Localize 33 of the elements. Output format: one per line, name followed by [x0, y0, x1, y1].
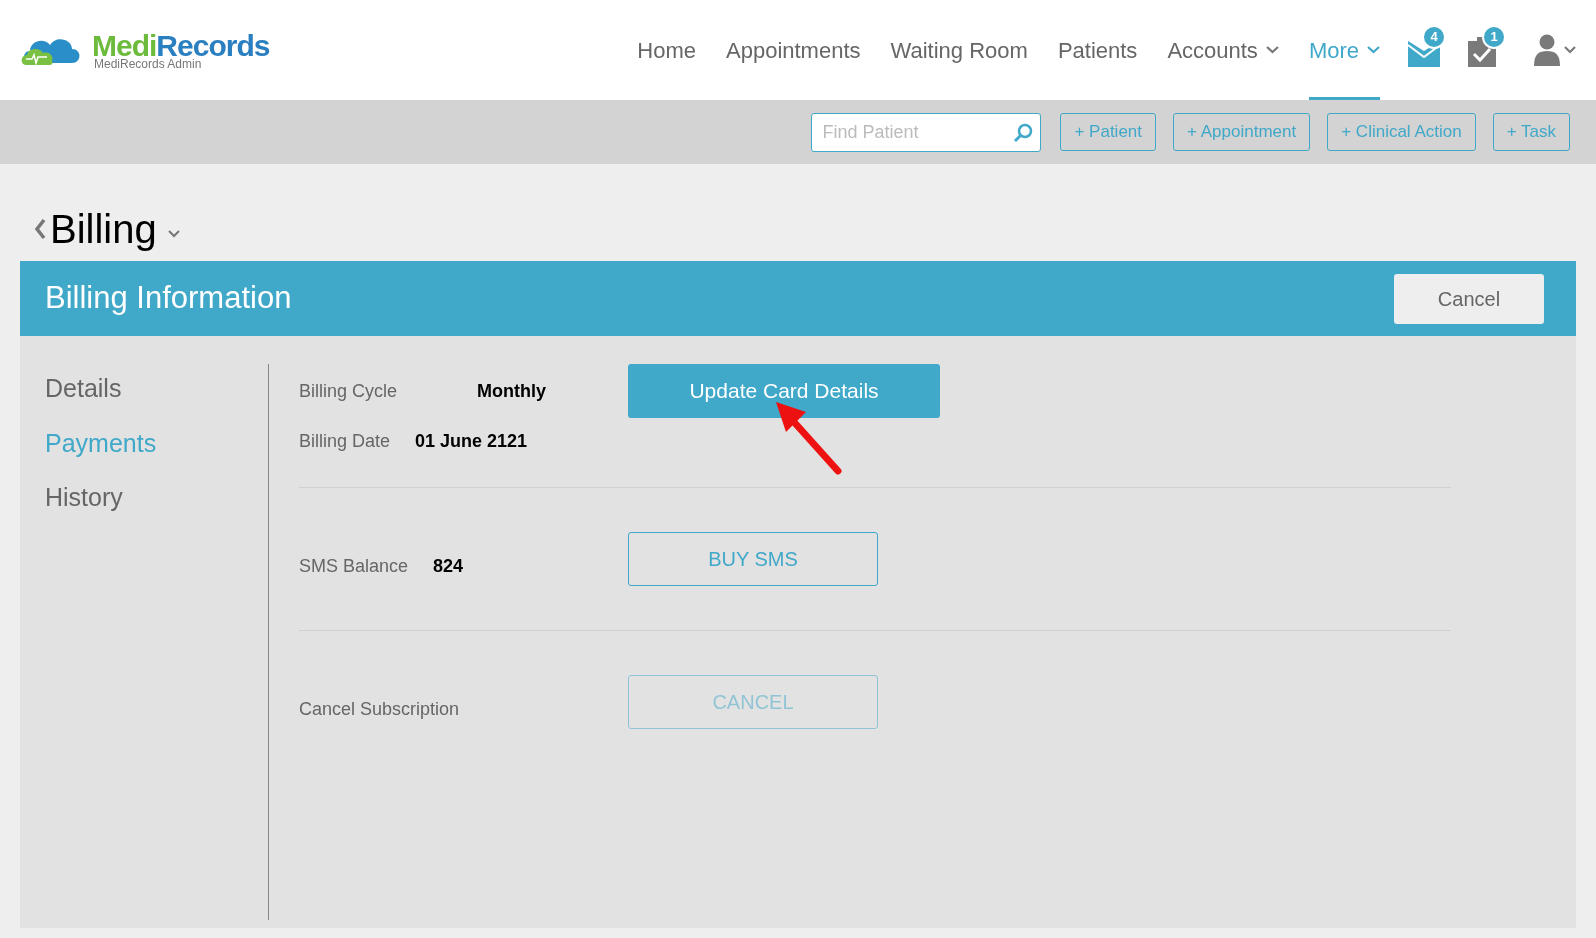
sidebar-item[interactable]: Details — [45, 370, 122, 408]
nav-link[interactable]: Appointments — [726, 0, 861, 100]
field-label: Billing Cycle — [299, 380, 398, 403]
sidebar-item[interactable]: Payments — [45, 424, 157, 462]
field-label: Billing Date — [299, 430, 391, 453]
notification-badge: 4 — [1422, 25, 1446, 49]
sidebar-item[interactable]: History — [45, 479, 123, 517]
add-button[interactable]: + Clinical Action — [1327, 113, 1476, 151]
add-button[interactable]: + Patient — [1060, 113, 1157, 151]
field-value: Monthly — [477, 380, 547, 403]
field-value: 01 June 2121 — [415, 430, 528, 453]
nav-link[interactable]: Patients — [1057, 0, 1138, 100]
panel-title: Billing Information — [45, 279, 292, 318]
user-avatar-icon[interactable] — [1534, 34, 1560, 66]
action-button[interactable]: BUY SMS — [628, 532, 878, 586]
field-value: 824 — [433, 554, 464, 578]
add-button[interactable]: + Appointment — [1173, 113, 1311, 151]
nav-link[interactable]: Home — [637, 0, 696, 100]
add-button[interactable]: + Task — [1492, 113, 1570, 151]
search-field[interactable]: Find Patient — [811, 112, 1042, 152]
notification-badge: 1 — [1482, 25, 1506, 49]
nav-link[interactable]: Accounts — [1167, 0, 1279, 100]
field-label: SMS Balance — [299, 554, 409, 578]
nav-link[interactable]: Waiting Room — [890, 0, 1028, 100]
chevron-down-icon[interactable] — [1564, 46, 1576, 54]
field-label: Cancel Subscription — [299, 697, 460, 721]
cancel-button[interactable]: Cancel — [1394, 273, 1544, 324]
logo-subtitle: MediRecords Admin — [94, 57, 203, 70]
page-title: Billing — [50, 208, 157, 249]
chevron-down-icon[interactable] — [166, 229, 181, 238]
back-chevron-icon[interactable] — [34, 217, 46, 240]
search-icon — [1013, 122, 1034, 143]
action-button[interactable]: Update Card Details — [628, 364, 940, 418]
